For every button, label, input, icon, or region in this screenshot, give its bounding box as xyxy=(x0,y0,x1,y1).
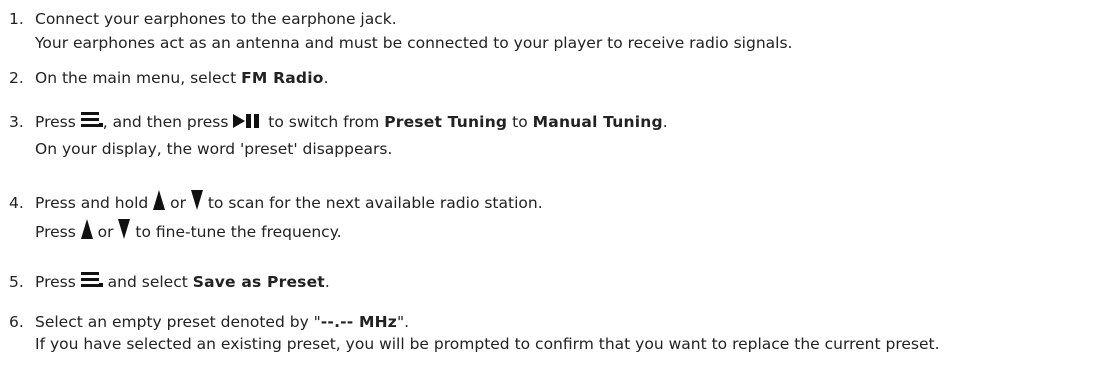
text-fragment: . xyxy=(323,69,329,87)
step-body: Select an empty preset denoted by "--.--… xyxy=(35,310,1080,355)
text-fragment: Press and hold xyxy=(35,194,154,212)
step-body: Press and select Save as Preset. xyxy=(35,268,1095,297)
step-text: Select an empty preset denoted by "--.--… xyxy=(35,310,1080,334)
step-note: Your earphones act as an antenna and mus… xyxy=(35,34,793,52)
up-arrow-icon xyxy=(80,219,93,249)
step-number: 5. xyxy=(9,273,24,291)
step-number: 2. xyxy=(9,69,24,87)
text-fragment: to switch from xyxy=(263,113,385,131)
up-arrow-icon xyxy=(153,190,166,220)
text-fragment: to fine-tune the frequency. xyxy=(130,223,342,241)
text-fragment: to scan for the next available radio sta… xyxy=(202,194,543,212)
text-fragment: or xyxy=(92,223,119,241)
step-text: On the main menu, select FM Radio. xyxy=(35,66,1095,90)
step-text: Connect your earphones to the earphone j… xyxy=(35,10,397,28)
step-text: Press or to fine-tune the frequency. xyxy=(35,218,1095,247)
text-fragment: On the main menu, select xyxy=(35,69,242,87)
text-fragment: to xyxy=(507,113,533,131)
text-fragment: Select an empty preset denoted by " xyxy=(35,313,321,331)
step-number: 4. xyxy=(9,194,24,212)
menu-icon xyxy=(80,110,103,139)
text-fragment: , and then press xyxy=(102,113,234,131)
step-body: On the main menu, select FM Radio. xyxy=(35,66,1095,90)
text-fragment: . xyxy=(662,113,668,131)
ui-term: Preset Tuning xyxy=(384,113,508,131)
step-text: Press and hold or to scan for the next a… xyxy=(35,189,1095,218)
step-body: Press and hold or to scan for the next a… xyxy=(35,189,1095,247)
step-text: Press and select Save as Preset. xyxy=(35,268,1095,297)
step-body: Press , and then press to switch from Pr… xyxy=(35,108,1095,161)
text-fragment: or xyxy=(165,194,191,212)
step-number: 3. xyxy=(9,113,24,131)
step-note: On your display, the word 'preset' disap… xyxy=(35,140,393,158)
menu-icon xyxy=(80,270,103,299)
text-fragment: and select xyxy=(102,273,193,291)
text-fragment: . xyxy=(324,273,330,291)
ui-term: FM Radio xyxy=(241,69,324,87)
down-arrow-icon xyxy=(190,190,203,220)
text-fragment: ". xyxy=(397,313,410,331)
step-text: Press , and then press to switch from Pr… xyxy=(35,108,1095,137)
step-number: 6. xyxy=(9,313,24,331)
text-fragment: Press xyxy=(35,113,81,131)
step-body: Connect your earphones to the earphone j… xyxy=(35,7,1095,55)
step-note: If you have selected an existing preset,… xyxy=(35,335,940,353)
play-pause-icon xyxy=(233,110,263,139)
down-arrow-icon xyxy=(118,219,131,249)
step-number: 1. xyxy=(9,10,24,28)
ui-term: Manual Tuning xyxy=(532,113,663,131)
ui-term: Save as Preset xyxy=(192,273,325,291)
ui-term: --.-- MHz xyxy=(320,313,398,331)
text-fragment: Press xyxy=(35,273,81,291)
text-fragment: Press xyxy=(35,223,81,241)
